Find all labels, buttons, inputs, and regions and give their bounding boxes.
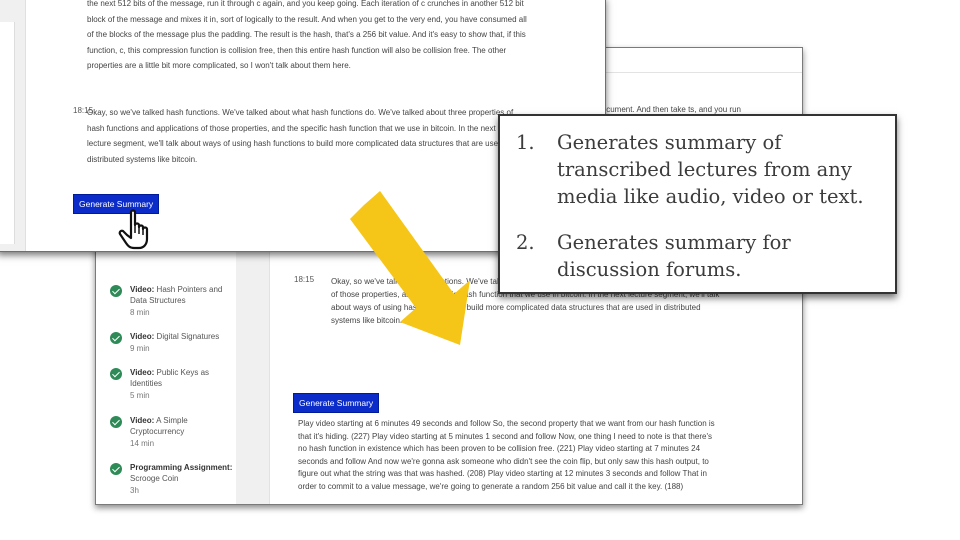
- feature-number: 1.: [516, 131, 535, 154]
- sidebar-item-type: Video:: [130, 368, 155, 377]
- sidebar-item-digital-signatures[interactable]: Video: Digital Signatures 9 min: [110, 331, 234, 354]
- feature-text: Generates summary for discussion forums.: [557, 231, 791, 281]
- check-circle-icon: [110, 285, 122, 297]
- sidebar-item-type: Programming Assignment:: [130, 463, 233, 472]
- check-circle-icon: [110, 332, 122, 344]
- hand-pointer-icon: [118, 209, 149, 250]
- sidebar-item-title: Scrooge Coin: [130, 474, 179, 483]
- transcript-timestamp[interactable]: 18:15: [294, 275, 314, 284]
- check-circle-icon: [110, 368, 122, 380]
- transcript-paragraph: Okay, so we've talked hash functions. We…: [87, 108, 514, 164]
- sidebar-item-duration: 3h: [130, 486, 139, 495]
- generated-summary-text: Play video starting at 6 minutes 49 seco…: [298, 419, 715, 491]
- sidebar-item-type: Video:: [130, 416, 155, 425]
- sidebar-item-public-keys[interactable]: Video: Public Keys as Identities 5 min: [110, 367, 234, 401]
- sidebar-item-duration: 9 min: [130, 344, 150, 353]
- sidebar-item-duration: 14 min: [130, 439, 155, 448]
- sidebar-item-duration: 8 min: [130, 308, 150, 317]
- sidebar-item-hash-pointers[interactable]: Video: Hash Pointers and Data Structures…: [110, 284, 234, 318]
- feature-text: Generates summary of transcribed lecture…: [557, 131, 864, 208]
- sidebar-item-simple-cryptocurrency[interactable]: Video: A Simple Cryptocurrency 14 min: [110, 415, 234, 449]
- arrow-icon: [350, 191, 470, 345]
- sidebar-item-type: Video:: [130, 332, 155, 341]
- feature-callout: 1. Generates summary of transcribed lect…: [498, 114, 897, 294]
- sidebar-item-scrooge-coin[interactable]: Programming Assignment: Scrooge Coin 3h: [110, 462, 234, 496]
- sidebar-item-type: Video:: [130, 285, 155, 294]
- check-circle-icon: [110, 463, 122, 475]
- sidebar-item-title: Digital Signatures: [156, 332, 220, 341]
- feature-item-2: 2. Generates summary for discussion foru…: [516, 229, 891, 283]
- check-circle-icon: [110, 416, 122, 428]
- sidebar-item-duration: 5 min: [130, 391, 150, 400]
- transcript-paragraph: the next 512 bits of the message, run it…: [87, 0, 527, 70]
- feature-number: 2.: [516, 231, 535, 254]
- transcript-side-strip: [0, 22, 15, 244]
- generate-summary-button[interactable]: Generate Summary: [293, 393, 380, 413]
- feature-item-1: 1. Generates summary of transcribed lect…: [516, 129, 891, 210]
